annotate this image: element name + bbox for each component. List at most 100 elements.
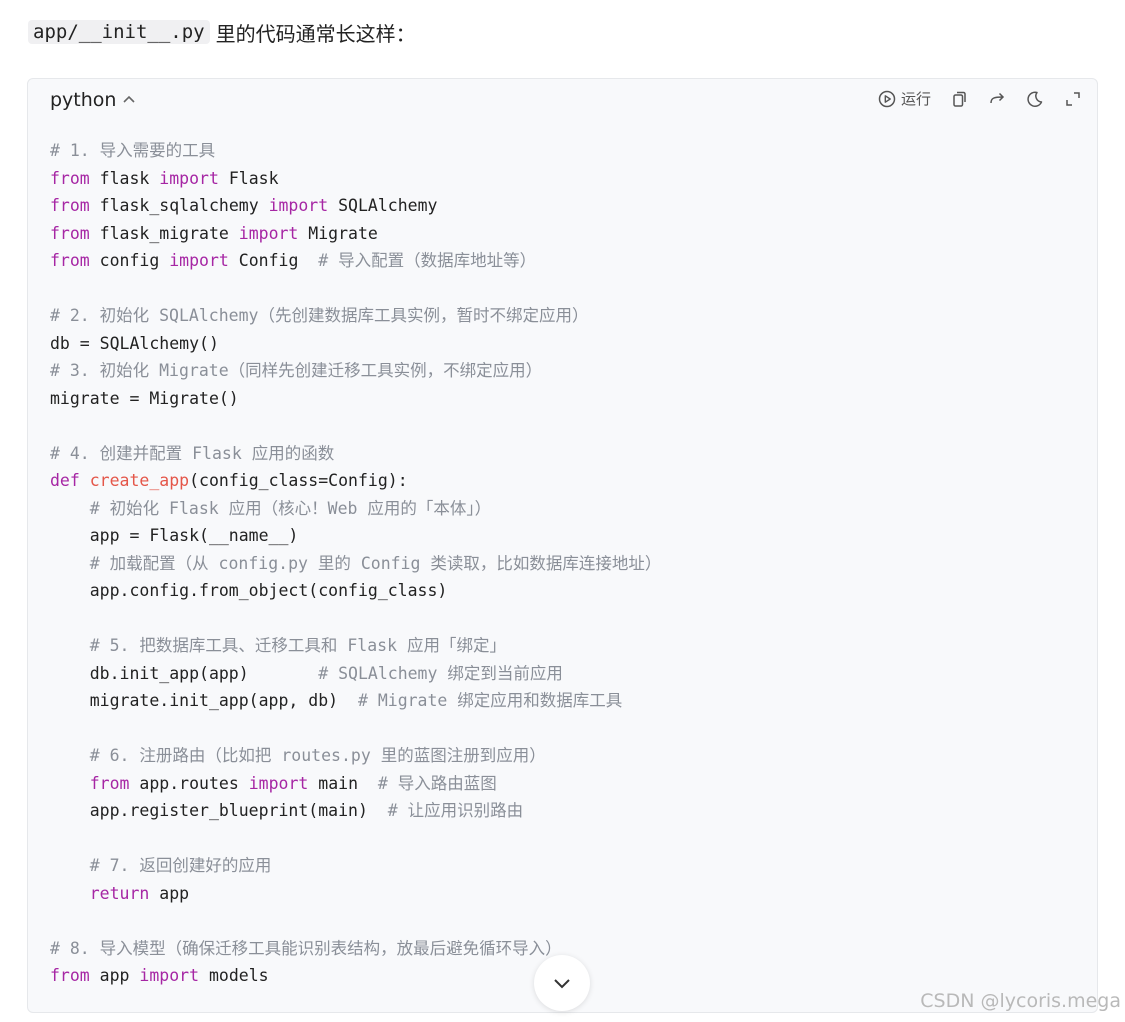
code-line: migrate = Migrate() <box>50 385 1087 413</box>
code-token: app <box>149 883 190 903</box>
code-token: migrate.init_app(app, db) <box>50 691 358 710</box>
language-toggle[interactable]: python <box>50 89 136 111</box>
code-keyword: import <box>248 773 309 793</box>
code-line: from flask_migrate import Migrate <box>50 220 1087 248</box>
code-function-name: create_app <box>89 471 190 490</box>
code-token: SQLAlchemy <box>328 196 438 215</box>
inline-code-filename: app/__init__.py <box>28 20 210 44</box>
code-token: db = SQLAlchemy() <box>50 333 219 353</box>
code-line: # 6. 注册路由（比如把 routes.py 里的蓝图注册到应用） <box>50 742 1087 770</box>
code-token: models <box>199 966 269 985</box>
code-token: Migrate <box>298 223 378 243</box>
code-line: # 4. 创建并配置 Flask 应用的函数 <box>50 440 1087 468</box>
code-keyword: import <box>238 223 299 243</box>
code-comment: # 导入配置（数据库地址等） <box>318 251 537 270</box>
watermark: CSDN @lycoris.mega <box>920 990 1121 1012</box>
code-line: from flask_sqlalchemy import SQLAlchemy <box>50 192 1087 220</box>
code-token: app.routes <box>129 773 249 793</box>
code-line: return app <box>50 880 1087 908</box>
code-comment: # 2. 初始化 SQLAlchemy（先创建数据库工具实例，暂时不绑定应用） <box>50 306 589 325</box>
code-keyword: from <box>89 773 130 793</box>
code-comment: # 让应用识别路由 <box>387 801 524 820</box>
chevron-up-icon <box>123 95 136 103</box>
code-line: migrate.init_app(app, db) # Migrate 绑定应用… <box>50 687 1087 715</box>
code-comment: # 4. 创建并配置 Flask 应用的函数 <box>50 443 335 463</box>
code-block-header: python 运行 <box>28 79 1097 123</box>
chevron-down-icon <box>554 979 570 989</box>
code-token: db.init_app(app) <box>50 663 319 683</box>
theme-toggle-button[interactable] <box>1025 89 1045 109</box>
code-token: flask_sqlalchemy <box>89 196 269 215</box>
run-label: 运行 <box>900 90 931 108</box>
code-token: (config_class=Config): <box>189 471 408 490</box>
code-token: config <box>89 251 170 270</box>
code-token: app.config.from_object(config_class) <box>50 581 448 600</box>
code-keyword: from <box>50 196 90 215</box>
code-comment: # 导入路由蓝图 <box>377 773 497 793</box>
code-line: # 2. 初始化 SQLAlchemy（先创建数据库工具实例，暂时不绑定应用） <box>50 302 1087 330</box>
code-line: def create_app(config_class=Config): <box>50 467 1087 495</box>
code-keyword: import <box>139 966 200 985</box>
code-token: flask <box>89 168 160 188</box>
copy-button[interactable] <box>949 89 969 109</box>
code-token: app = Flask(__name__) <box>50 526 299 545</box>
code-comment: # 初始化 Flask 应用（核心！Web 应用的「本体」） <box>89 498 492 518</box>
code-token: app.register_blueprint(main) <box>50 801 388 820</box>
expand-code-button[interactable] <box>534 955 590 1011</box>
code-comment: # SQLAlchemy 绑定到当前应用 <box>318 663 563 683</box>
language-label: python <box>50 89 117 111</box>
code-token: main <box>308 773 378 793</box>
code-line: # 3. 初始化 Migrate（同样先创建迁移工具实例，不绑定应用） <box>50 357 1087 385</box>
share-button[interactable] <box>987 89 1007 109</box>
code-comment: # 1. 导入需要的工具 <box>50 141 216 160</box>
code-token: migrate = Migrate() <box>50 388 239 408</box>
code-keyword: import <box>169 251 229 270</box>
code-keyword: return <box>89 883 150 903</box>
code-comment: # Migrate 绑定应用和数据库工具 <box>357 691 623 710</box>
code-comment: # 3. 初始化 Migrate（同样先创建迁移工具实例，不绑定应用） <box>50 361 543 380</box>
code-comment: # 加载配置（从 config.py 里的 Config 类读取，比如数据库连接… <box>89 553 662 573</box>
code-line: # 初始化 Flask 应用（核心！Web 应用的「本体」） <box>50 495 1087 523</box>
code-line: # 5. 把数据库工具、迁移工具和 Flask 应用「绑定」 <box>50 632 1087 660</box>
code-token: flask_migrate <box>89 223 239 243</box>
run-button[interactable]: 运行 <box>877 88 931 109</box>
code-line: from app.routes import main # 导入路由蓝图 <box>50 770 1087 798</box>
code-line: # 加载配置（从 config.py 里的 Config 类读取，比如数据库连接… <box>50 550 1087 578</box>
code-comment: # 7. 返回创建好的应用 <box>89 856 272 875</box>
fullscreen-button[interactable] <box>1063 89 1083 109</box>
code-keyword: from <box>50 223 90 243</box>
fullscreen-icon <box>1066 91 1080 106</box>
code-toolbar: 运行 <box>877 88 1083 109</box>
code-line: # 1. 导入需要的工具 <box>50 137 1087 165</box>
play-circle-icon <box>878 90 896 107</box>
code-keyword: from <box>50 168 90 188</box>
code-content[interactable]: # 1. 导入需要的工具 from flask import Flask from … <box>50 137 1087 1012</box>
copy-icon <box>953 91 966 107</box>
code-keyword: import <box>159 168 219 188</box>
moon-icon <box>1027 90 1043 107</box>
code-line: app.register_blueprint(main) # 让应用识别路由 <box>50 797 1087 825</box>
code-line: app.config.from_object(config_class) <box>50 577 1087 605</box>
code-keyword: def <box>50 471 80 490</box>
redo-arrow-icon <box>990 92 1005 103</box>
code-line: from config import Config # 导入配置（数据库地址等） <box>50 247 1087 275</box>
intro-text: 里的代码通常长这样： <box>215 21 416 46</box>
code-line: db = SQLAlchemy() <box>50 330 1087 358</box>
code-keyword: import <box>268 196 329 215</box>
code-keyword: from <box>50 251 90 270</box>
code-block: python 运行 # 1. 导入需要的工具 from flask import… <box>27 78 1098 1013</box>
code-comment: # 5. 把数据库工具、迁移工具和 Flask 应用「绑定」 <box>89 636 506 655</box>
code-line: from flask import Flask <box>50 165 1087 193</box>
